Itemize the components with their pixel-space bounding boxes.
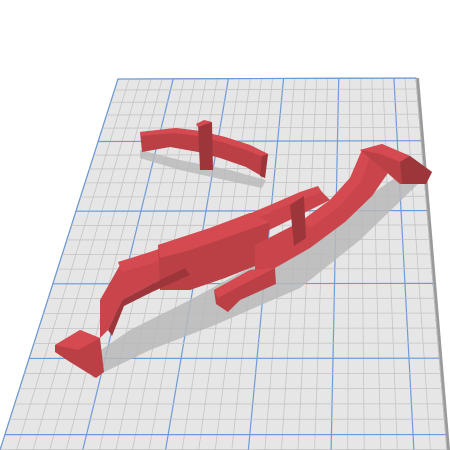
bracket-rib [198, 122, 213, 170]
build-scene[interactable] [0, 0, 450, 450]
3d-viewport[interactable] [0, 0, 450, 450]
